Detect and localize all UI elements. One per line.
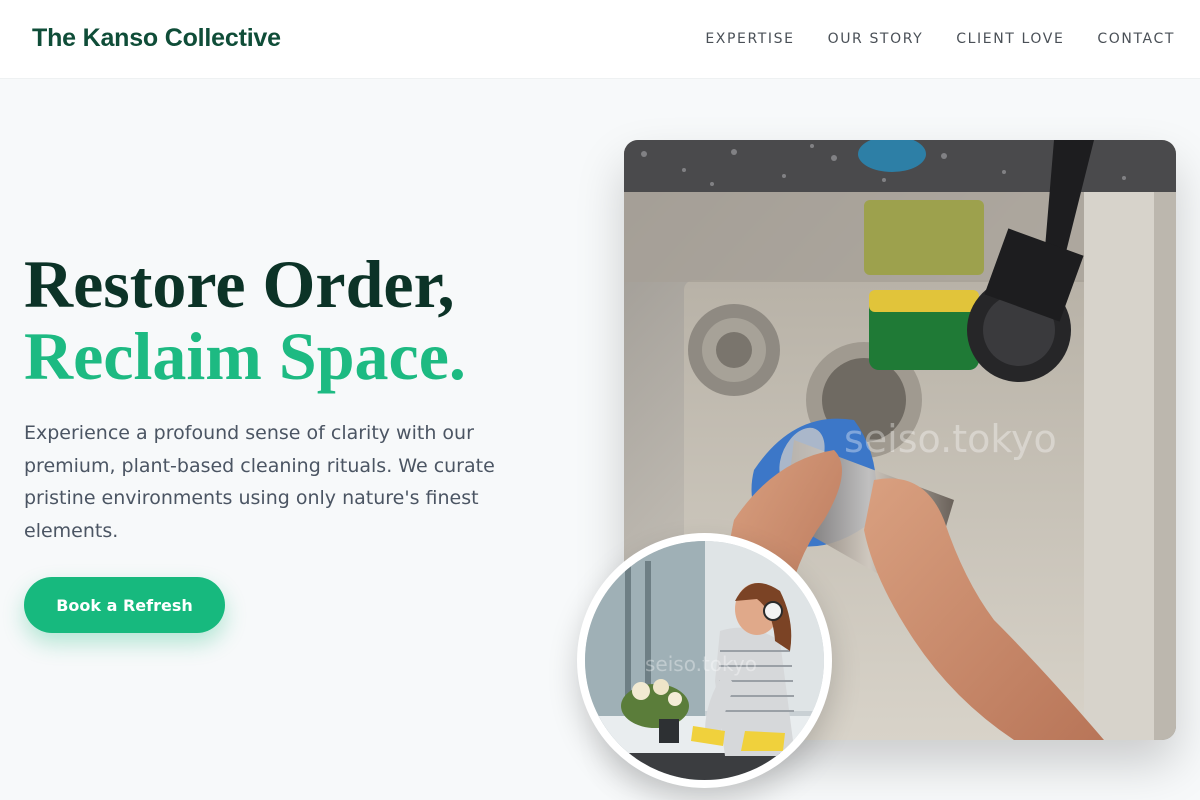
nav-link-expertise[interactable]: EXPERTISE	[705, 31, 794, 47]
brand-logo[interactable]: The Kanso Collective	[32, 24, 281, 53]
headline-line-1: Restore Order,	[24, 246, 455, 322]
main-image-watermark: seiso.tokyo	[844, 417, 1057, 461]
hero-description: Experience a profound sense of clarity w…	[24, 422, 495, 542]
inset-photo-woman-cleaning: seiso.tokyo	[585, 541, 824, 780]
nav-link-client-love[interactable]: CLIENT LOVE	[956, 31, 1064, 47]
inset-photo-frame: seiso.tokyo	[577, 533, 832, 788]
site-header: The Kanso Collective EXPERTISE OUR STORY…	[0, 0, 1200, 79]
inset-image-watermark: seiso.tokyo	[645, 652, 757, 676]
headline-line-2: Reclaim Space.	[24, 318, 466, 394]
hero-headline: Restore Order, Reclaim Space.	[24, 248, 466, 392]
main-nav: EXPERTISE OUR STORY CLIENT LOVE CONTACT	[705, 31, 1175, 47]
nav-link-contact[interactable]: CONTACT	[1097, 31, 1175, 47]
nav-link-our-story[interactable]: OUR STORY	[828, 31, 924, 47]
book-refresh-button[interactable]: Book a Refresh	[24, 577, 225, 633]
